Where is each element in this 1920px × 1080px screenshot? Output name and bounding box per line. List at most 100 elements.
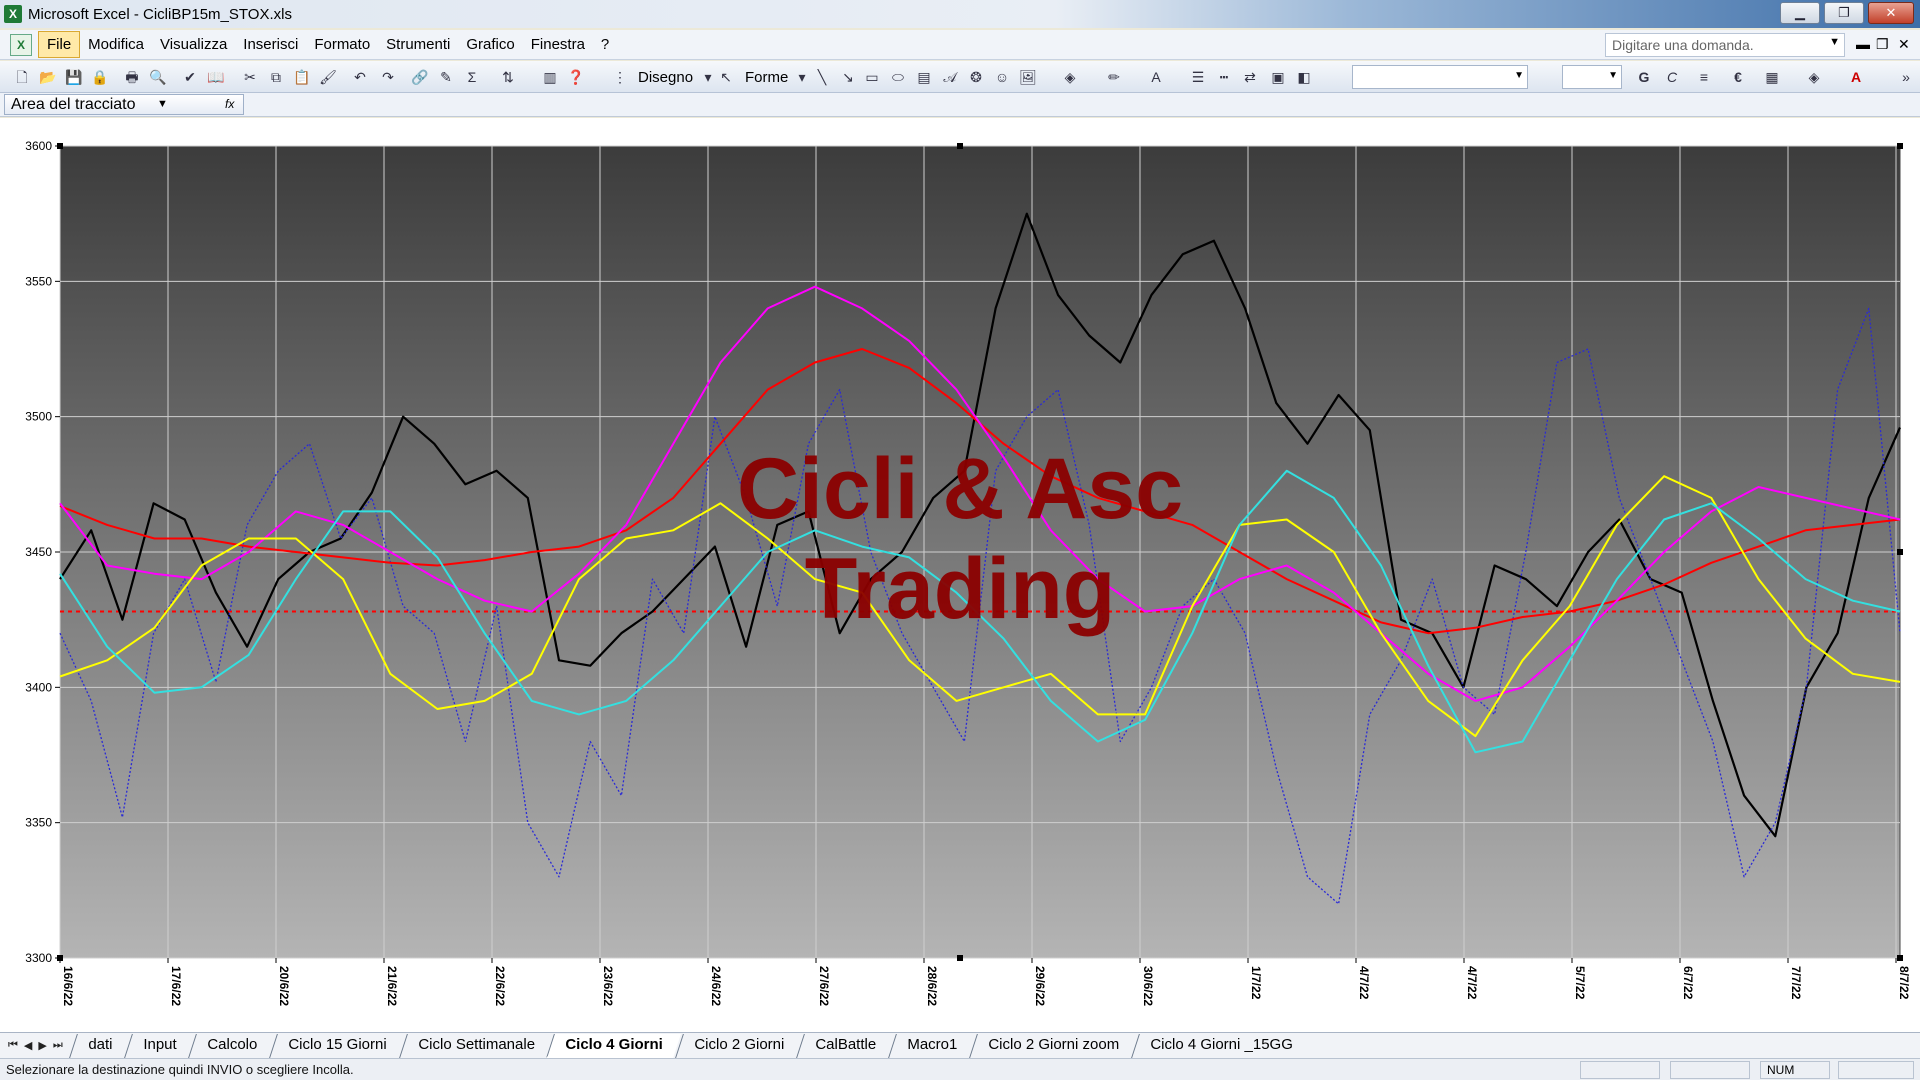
research-icon[interactable]: 📖: [206, 67, 226, 87]
cut-icon[interactable]: ✂: [240, 67, 260, 87]
sort-icon[interactable]: ⇅: [498, 67, 518, 87]
sheet-tab[interactable]: Ciclo 4 Giorni: [546, 1033, 681, 1058]
hyperlink-icon[interactable]: 🔗: [410, 67, 430, 87]
new-icon[interactable]: 🗋: [12, 67, 32, 87]
spelling-icon[interactable]: ✔: [180, 67, 200, 87]
resize-handle[interactable]: [957, 143, 963, 149]
workbook-icon[interactable]: X: [10, 33, 32, 56]
menu-file[interactable]: File: [38, 31, 81, 58]
autoshapes-menu[interactable]: Forme: [745, 69, 788, 86]
sheet-tab[interactable]: Input: [124, 1033, 195, 1058]
bold-button[interactable]: G: [1634, 67, 1654, 87]
fill-color-icon[interactable]: ◈: [1060, 67, 1080, 87]
doc-restore-button[interactable]: ❐: [1876, 36, 1889, 53]
resize-handle[interactable]: [57, 955, 63, 961]
ink-icon[interactable]: ✎: [436, 67, 456, 87]
menu-window[interactable]: Finestra: [523, 32, 593, 57]
save-icon[interactable]: 💾: [64, 67, 84, 87]
sheet-tab[interactable]: Calcolo: [188, 1033, 276, 1058]
minimize-button[interactable]: ▁: [1780, 2, 1820, 24]
sheet-tab[interactable]: Ciclo Settimanale: [398, 1033, 553, 1058]
diagram-icon[interactable]: ❂: [966, 67, 986, 87]
oval-icon[interactable]: ⬭: [888, 67, 908, 87]
3d-icon[interactable]: ◧: [1294, 67, 1314, 87]
last-sheet-icon[interactable]: ⏭: [53, 1039, 63, 1052]
menu-edit[interactable]: Modifica: [80, 32, 152, 57]
next-sheet-icon[interactable]: ▶: [38, 1039, 46, 1052]
ask-question-input[interactable]: Digitare una domanda. ▼: [1605, 33, 1845, 57]
fill-color-icon[interactable]: ◈: [1804, 67, 1824, 87]
font-name-select[interactable]: ▼: [1352, 65, 1528, 89]
chevron-down-icon[interactable]: ▾: [698, 67, 718, 87]
chevron-down-icon[interactable]: ▼: [1829, 36, 1840, 48]
sheet-tab[interactable]: Ciclo 2 Giorni zoom: [968, 1033, 1137, 1058]
chart-wizard-icon[interactable]: ▥: [540, 67, 560, 87]
arrow-style-icon[interactable]: ⇄: [1240, 67, 1260, 87]
draw-menu[interactable]: Disegno: [638, 69, 693, 86]
rectangle-icon[interactable]: ▭: [862, 67, 882, 87]
print-icon[interactable]: 🖶: [122, 67, 142, 87]
sheet-tab[interactable]: CalBattle: [796, 1033, 894, 1058]
x-tick-label: 29/6/22: [1033, 966, 1047, 1006]
align-center-icon[interactable]: ≡: [1694, 67, 1714, 87]
prev-sheet-icon[interactable]: ◀: [24, 1039, 32, 1052]
resize-handle[interactable]: [1897, 955, 1903, 961]
toolbar-options-icon[interactable]: »: [1896, 67, 1916, 87]
help-icon[interactable]: ❓: [566, 67, 586, 87]
menu-insert[interactable]: Inserisci: [235, 32, 306, 57]
clipart-icon[interactable]: ☺: [992, 67, 1012, 87]
dash-style-icon[interactable]: ┅: [1214, 67, 1234, 87]
undo-icon[interactable]: ↶: [350, 67, 370, 87]
chart-sheet[interactable]: 3300 3350 3400 3450 3500 3550 3600 16/6/22 17/6…: [0, 118, 1920, 1040]
paste-icon[interactable]: 📋: [292, 67, 312, 87]
sheet-tab[interactable]: dati: [68, 1033, 130, 1058]
print-preview-icon[interactable]: 🔍: [148, 67, 168, 87]
redo-icon[interactable]: ↷: [378, 67, 398, 87]
currency-button[interactable]: €: [1728, 67, 1748, 87]
line-icon[interactable]: ╲: [812, 67, 832, 87]
select-objects-icon[interactable]: ↖: [716, 67, 736, 87]
font-size-select[interactable]: ▼: [1562, 65, 1622, 89]
chart-objects-select[interactable]: Area del tracciato ▼ fx: [4, 94, 244, 115]
menu-format[interactable]: Formato: [306, 32, 378, 57]
menu-view[interactable]: Visualizza: [152, 32, 235, 57]
menu-tools[interactable]: Strumenti: [378, 32, 458, 57]
copy-icon[interactable]: ⧉: [266, 67, 286, 87]
format-painter-icon[interactable]: 🖌: [318, 67, 338, 87]
chevron-down-icon[interactable]: ▼: [157, 95, 168, 114]
autosum-icon[interactable]: Σ: [462, 67, 482, 87]
wordart-icon[interactable]: 𝒜: [940, 67, 960, 87]
picture-icon[interactable]: 🖼: [1018, 67, 1038, 87]
format-selection-icon[interactable]: fx: [225, 95, 234, 114]
menu-chart[interactable]: Grafico: [458, 32, 522, 57]
line-style-icon[interactable]: ☰: [1188, 67, 1208, 87]
doc-close-button[interactable]: ✕: [1898, 36, 1910, 53]
menu-help[interactable]: ?: [593, 32, 617, 57]
chevron-down-icon[interactable]: ▾: [792, 67, 812, 87]
italic-button[interactable]: C: [1662, 67, 1682, 87]
sheet-tab[interactable]: Ciclo 2 Giorni: [675, 1033, 802, 1058]
open-icon[interactable]: 📂: [38, 67, 58, 87]
permission-icon[interactable]: 🔒: [90, 67, 110, 87]
watermark-text: Trading: [805, 541, 1116, 637]
shadow-icon[interactable]: ▣: [1268, 67, 1288, 87]
excel-icon[interactable]: X: [4, 5, 22, 23]
textbox-icon[interactable]: ▤: [914, 67, 934, 87]
sheet-tab[interactable]: Ciclo 4 Giorni _15GG: [1130, 1033, 1311, 1058]
resize-handle[interactable]: [57, 143, 63, 149]
sheet-tab[interactable]: Ciclo 15 Giorni: [269, 1033, 405, 1058]
resize-handle[interactable]: [957, 955, 963, 961]
font-color-icon[interactable]: A: [1146, 67, 1166, 87]
arrow-icon[interactable]: ↘: [838, 67, 858, 87]
close-button[interactable]: ✕: [1868, 2, 1914, 24]
line-color-icon[interactable]: ✏: [1104, 67, 1124, 87]
doc-minimize-button[interactable]: ▬: [1856, 36, 1870, 52]
font-color-icon[interactable]: A: [1846, 67, 1866, 87]
sheet-tab[interactable]: Macro1: [887, 1033, 975, 1058]
line-chart[interactable]: 3300 3350 3400 3450 3500 3550 3600 16/6/22 17/6…: [0, 118, 1920, 1032]
resize-handle[interactable]: [1897, 549, 1903, 555]
resize-handle[interactable]: [1897, 143, 1903, 149]
first-sheet-icon[interactable]: ⏮: [8, 1039, 18, 1052]
restore-button[interactable]: ❐: [1824, 2, 1864, 24]
borders-icon[interactable]: ▦: [1762, 67, 1782, 87]
